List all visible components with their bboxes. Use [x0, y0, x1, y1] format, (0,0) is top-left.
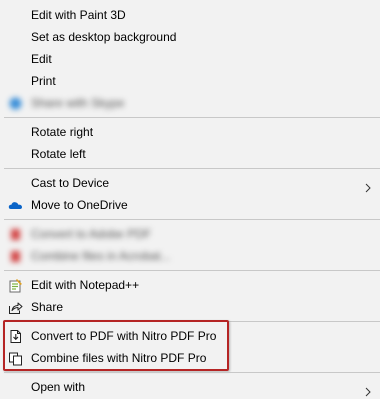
menu-item-label: Print	[31, 74, 56, 88]
menu-item-label: Edit	[31, 52, 52, 66]
menu-item-label: Share	[31, 300, 64, 314]
notepad-plus-plus-icon	[8, 278, 23, 293]
menu-item-edit-paint-3d[interactable]: Edit with Paint 3D	[0, 4, 380, 26]
context-menu: Edit with Paint 3D Set as desktop backgr…	[0, 0, 380, 399]
menu-item-adobe-convert[interactable]: Convert to Adobe PDF	[0, 223, 380, 245]
share-icon	[8, 300, 23, 315]
menu-item-label: Edit with Notepad++	[31, 278, 140, 292]
menu-separator	[4, 372, 380, 373]
menu-item-share[interactable]: Share	[0, 296, 380, 318]
menu-item-label: Rotate right	[31, 125, 94, 139]
menu-item-label: Open with	[31, 380, 86, 394]
menu-separator	[4, 168, 380, 169]
menu-item-share-skype[interactable]: Share with Skype	[0, 92, 380, 114]
menu-item-set-desktop-background[interactable]: Set as desktop background	[0, 26, 380, 48]
menu-item-label: Move to OneDrive	[31, 198, 128, 212]
menu-item-label: Share with Skype	[31, 96, 125, 110]
menu-item-edit[interactable]: Edit	[0, 48, 380, 70]
highlight-box	[3, 320, 229, 371]
menu-separator	[4, 117, 380, 118]
menu-separator	[4, 270, 380, 271]
menu-item-label: Rotate left	[31, 147, 86, 161]
menu-item-label: Combine files in Acrobat...	[31, 249, 171, 263]
menu-item-edit-notepad-plus-plus[interactable]: Edit with Notepad++	[0, 274, 380, 296]
menu-item-move-to-onedrive[interactable]: Move to OneDrive	[0, 194, 380, 216]
menu-item-cast-to-device[interactable]: Cast to Device	[0, 172, 380, 194]
menu-item-label: Cast to Device	[31, 176, 110, 190]
menu-item-adobe-combine[interactable]: Combine files in Acrobat...	[0, 245, 380, 267]
menu-item-rotate-left[interactable]: Rotate left	[0, 143, 380, 165]
menu-item-rotate-right[interactable]: Rotate right	[0, 121, 380, 143]
menu-separator	[4, 219, 380, 220]
adobe-pdf-icon	[8, 227, 23, 242]
menu-item-label: Convert to Adobe PDF	[31, 227, 152, 241]
skype-icon	[8, 96, 23, 111]
onedrive-cloud-icon	[8, 198, 23, 213]
menu-item-label: Edit with Paint 3D	[31, 8, 126, 22]
chevron-right-icon	[364, 178, 372, 193]
menu-item-open-with[interactable]: Open with	[0, 376, 380, 398]
chevron-right-icon	[364, 382, 372, 397]
adobe-combine-icon	[8, 249, 23, 264]
menu-item-print[interactable]: Print	[0, 70, 380, 92]
menu-item-label: Set as desktop background	[31, 30, 177, 44]
